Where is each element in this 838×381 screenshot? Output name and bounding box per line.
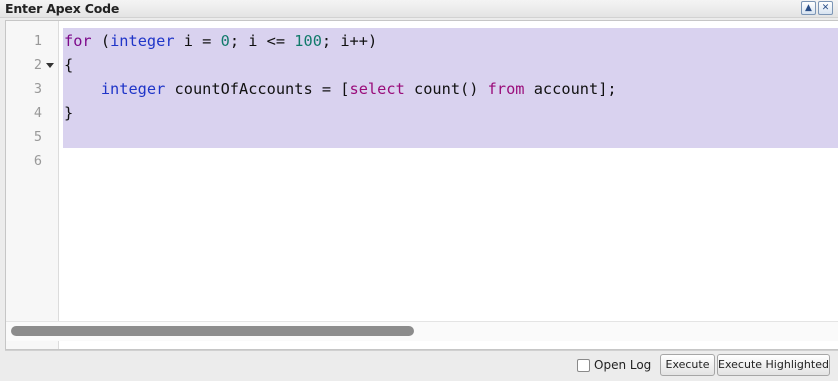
code-token: i = [174,32,221,50]
code-token: integer [110,32,175,50]
code-token: countOfAccounts = [ [165,80,350,98]
code-token: } [64,104,74,122]
code-token: account]; [524,80,617,98]
code-line[interactable]: } [64,101,73,125]
line-number: 3 [33,81,42,97]
line-number: 1 [33,33,42,49]
line-number-gutter: 1 2 3 4 5 6 [6,21,59,349]
line-number: 5 [33,129,42,145]
code-line[interactable]: for (integer i = 0; i <= 100; i++) [64,29,377,53]
code-token: ; i <= [229,32,295,50]
line-number: 2 [33,57,42,73]
code-token: 0 [220,32,230,50]
execute-highlighted-button[interactable]: Execute Highlighted [717,354,830,376]
scrollbar-thumb[interactable] [11,326,414,336]
close-icon[interactable]: ✕ [818,1,833,15]
editor-footer: Open Log Execute Execute Highlighted [5,350,838,381]
minimize-icon[interactable]: ▲ [801,1,816,15]
code-token: integer [100,80,166,98]
code-token: from [487,80,525,98]
code-token: ( [91,32,111,50]
code-token: for [64,32,92,50]
code-token: { [64,56,74,74]
code-line[interactable]: { [64,53,73,77]
code-line[interactable]: integer countOfAccounts = [select count(… [64,77,617,101]
window-titlebar: Enter Apex Code ▲ ✕ [0,0,838,18]
code-editor[interactable]: 1 2 3 4 5 6 for (integer i = 0; i <= 100… [5,20,838,350]
code-token: 100 [294,32,322,50]
line-number: 6 [33,153,42,169]
line-number: 4 [33,105,42,121]
open-log-checkbox[interactable] [577,359,590,372]
open-log-label[interactable]: Open Log [594,358,651,372]
fold-arrow-icon[interactable] [46,63,54,68]
window-title: Enter Apex Code [5,1,120,16]
code-token: ; i++) [321,32,378,50]
code-token: count() [404,80,488,98]
execute-button[interactable]: Execute [660,354,715,376]
code-token: select [349,80,405,98]
